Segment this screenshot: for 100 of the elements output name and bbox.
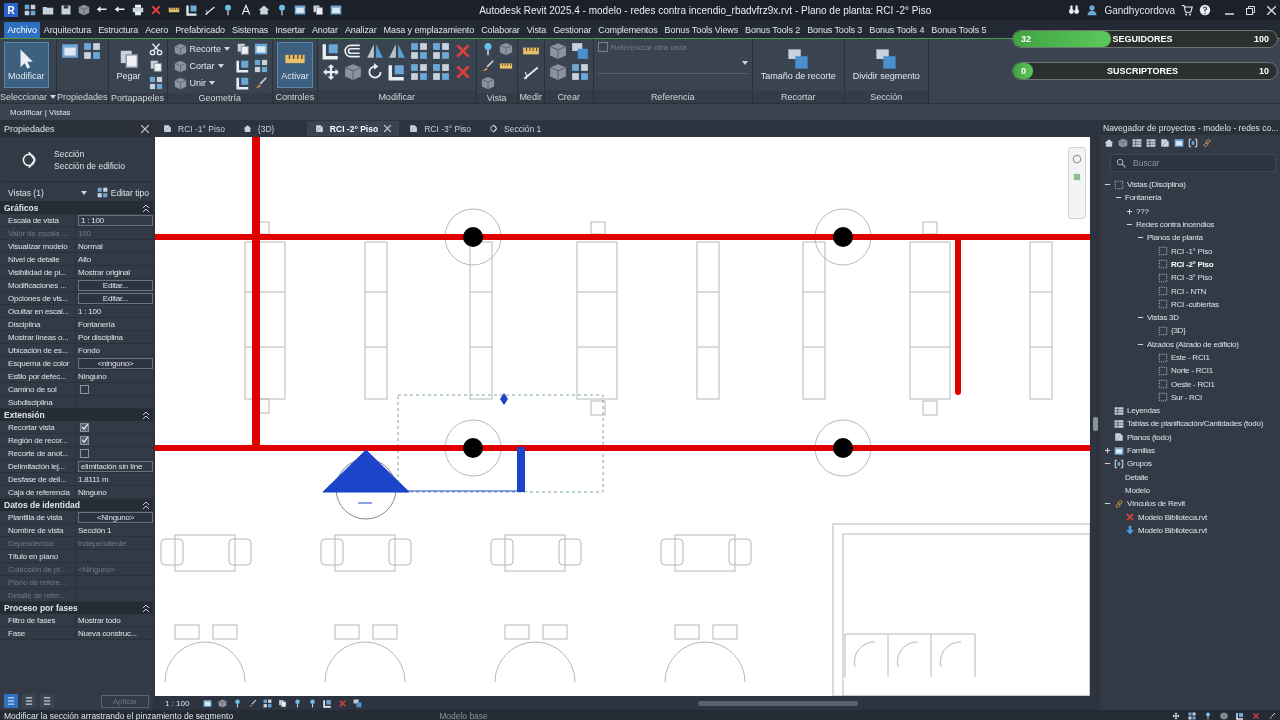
value-field[interactable]: 1 : 100 [78, 214, 153, 226]
move-icon[interactable] [1172, 712, 1180, 720]
cube-icon[interactable] [480, 76, 495, 90]
tree-item[interactable]: ??? [1136, 206, 1149, 216]
house-icon[interactable] [258, 4, 270, 16]
grid-icon[interactable] [83, 42, 102, 60]
grid-icon[interactable] [409, 63, 428, 81]
delete-icon[interactable] [338, 698, 348, 708]
sort-ascending-icon[interactable] [22, 694, 36, 708]
edit-type-button[interactable]: Editar tipo [96, 187, 149, 198]
ribbon-tab[interactable]: Sistemas [228, 22, 272, 38]
copy-icon[interactable] [278, 698, 288, 708]
tree-item[interactable]: Vínculos de Revit [1127, 499, 1185, 509]
tree-item[interactable]: Fontanería [1125, 193, 1162, 203]
search-field[interactable]: Buscar [1110, 154, 1276, 172]
sort-descending-icon[interactable] [40, 694, 54, 708]
pin-icon[interactable] [308, 698, 318, 708]
help-icon[interactable] [1199, 4, 1211, 16]
checkbox[interactable] [80, 448, 89, 458]
edit-button[interactable]: Editar... [78, 279, 153, 291]
group-icon[interactable] [1188, 137, 1198, 148]
tree-item[interactable]: RCI - NTN [1171, 286, 1207, 296]
section-header[interactable]: Proceso por fases [0, 602, 153, 614]
ribbon-tab[interactable]: Masa y emplazamiento [380, 22, 478, 38]
edit-button[interactable]: <ninguno> [78, 357, 153, 369]
tree-item[interactable]: Modelo Biblioteca.rvt [1138, 512, 1207, 522]
tool-button[interactable]: Cortar [171, 59, 233, 73]
grid-icon[interactable] [431, 63, 450, 81]
scissors-icon[interactable] [148, 42, 163, 56]
view-tab[interactable]: RCI -2° Piso [306, 121, 400, 136]
window-icon[interactable] [254, 42, 269, 56]
tool-button[interactable]: Activar [277, 42, 313, 88]
tool-button[interactable]: Dividir segmento [848, 42, 924, 88]
mirror-icon[interactable] [365, 42, 384, 60]
copy-icon[interactable] [148, 59, 163, 73]
scrollbar[interactable] [698, 700, 859, 706]
value-field[interactable]: elimitación sin líne [78, 460, 153, 472]
brush-icon[interactable] [1268, 712, 1276, 720]
tree-item[interactable]: RCI -2° Piso [1171, 259, 1214, 269]
tree-item[interactable]: Leyendas [1127, 406, 1160, 416]
ribbon-tab[interactable]: Bonus Tools 5 [927, 22, 990, 38]
tree-item[interactable]: Planos (todo) [1127, 432, 1172, 442]
grid-icon[interactable] [409, 42, 428, 60]
folder-icon[interactable] [42, 4, 54, 16]
align-icon[interactable] [186, 4, 198, 16]
tree-item[interactable]: Tablas de planificación/Cantidades (todo) [1127, 419, 1264, 429]
tree-item[interactable]: Redes contra incendios [1136, 220, 1215, 230]
collapse-icon[interactable] [143, 204, 149, 212]
tree-item[interactable]: RCI -1° Piso [1171, 246, 1213, 256]
tree-item[interactable]: Alzados (Alzado de edificio) [1147, 339, 1239, 349]
cube-icon[interactable] [218, 698, 228, 708]
cube-icon[interactable] [548, 42, 567, 60]
brush-icon[interactable] [254, 76, 269, 90]
section-header[interactable]: Datos de identidad [0, 499, 153, 511]
ribbon-tab[interactable]: Complementos [594, 22, 662, 38]
align-icon[interactable] [387, 63, 406, 81]
brush-icon[interactable] [248, 698, 258, 708]
tool-button[interactable]: Pegar [112, 42, 145, 88]
split-icon[interactable] [570, 42, 589, 60]
edit-button[interactable]: <Ninguno> [78, 511, 153, 523]
window-icon[interactable] [294, 4, 306, 16]
align-icon[interactable] [236, 76, 251, 90]
grid-icon[interactable] [24, 4, 36, 16]
pin-icon[interactable] [222, 4, 234, 16]
window-icon[interactable] [203, 698, 213, 708]
ribbon-tab[interactable]: Colaborar [477, 22, 524, 38]
offset-icon[interactable] [343, 42, 362, 60]
view-tab[interactable]: RCI -1° Piso [155, 121, 233, 136]
grid-icon[interactable] [254, 59, 269, 73]
cube-icon[interactable] [1118, 137, 1128, 148]
collapse-icon[interactable] [143, 411, 149, 419]
checkbox[interactable] [80, 384, 89, 394]
link-icon[interactable] [1202, 137, 1212, 148]
collapse-icon[interactable] [143, 604, 149, 612]
save-icon[interactable] [60, 4, 72, 16]
pin-icon[interactable] [276, 4, 288, 16]
expander-icon[interactable] [1126, 207, 1133, 215]
restore-icon[interactable] [1246, 5, 1255, 15]
view-tab[interactable]: {3D} [234, 121, 305, 136]
pin-icon[interactable] [293, 698, 303, 708]
align-icon[interactable] [236, 59, 251, 73]
collapse-icon[interactable] [143, 501, 149, 509]
table-icon[interactable] [1132, 137, 1142, 148]
copy-icon[interactable] [236, 42, 251, 56]
user-icon[interactable] [1086, 4, 1099, 16]
tree-item[interactable]: Detalle [1125, 472, 1149, 482]
window-icon[interactable] [330, 4, 342, 16]
tree-item[interactable]: Familias [1127, 446, 1155, 456]
tool-button[interactable]: Tamaño de recorte [756, 42, 840, 88]
expander-icon[interactable] [1104, 447, 1111, 455]
ribbon-tab[interactable]: Anotar [308, 22, 342, 38]
ribbon-tab[interactable]: Acero [141, 22, 172, 38]
ribbon-tab[interactable]: Gestionar [549, 22, 595, 38]
section-header[interactable]: Extensión [0, 409, 153, 421]
cube-icon[interactable] [1220, 712, 1228, 720]
ribbon-tab[interactable]: Analizar [341, 22, 381, 38]
tree-item[interactable]: Vistas 3D [1147, 313, 1179, 323]
user-name[interactable]: Gandhycordova [1104, 4, 1175, 16]
grid-icon[interactable] [1188, 712, 1196, 720]
tree-item[interactable]: RCI -cubiertas [1171, 299, 1219, 309]
